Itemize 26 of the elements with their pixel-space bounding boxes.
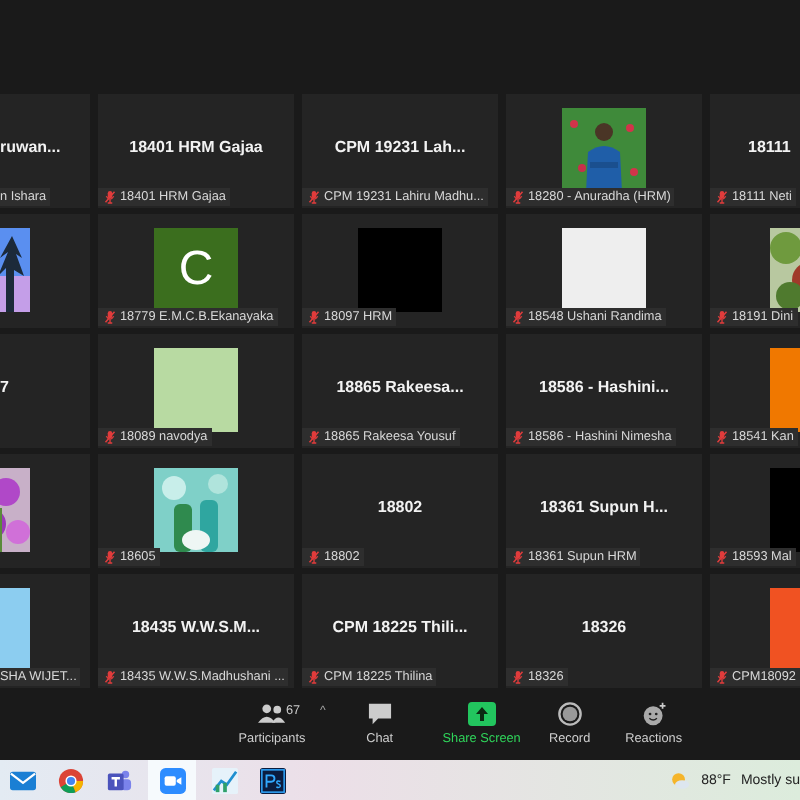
- participant-name: 18865 Rakeesa...: [336, 378, 464, 396]
- share-screen-icon: [467, 702, 496, 726]
- chart-icon: [212, 767, 238, 793]
- participant-name: 18326: [581, 618, 627, 636]
- participant-name: 18435 W.W.S.M...: [131, 618, 261, 636]
- mail-icon: [10, 767, 36, 793]
- participant-name: 18401 HRM Gajaa: [129, 138, 263, 156]
- sun-cloud-icon: [669, 771, 690, 789]
- photoshop-icon: [260, 767, 286, 793]
- participant-name: CPM 18225 Thili...: [332, 618, 468, 636]
- participant-name: 18361 Supun H...: [539, 498, 669, 516]
- participant-name: 7: [0, 378, 9, 396]
- participant-name: 18111: [748, 138, 791, 156]
- chat-bubble-icon: [365, 702, 394, 726]
- people-icon: [258, 702, 286, 726]
- avatar-letter: C: [178, 246, 214, 294]
- participant-name: 18586 - Hashini...: [539, 378, 669, 396]
- participant-name: CPM 19231 Lah...: [334, 138, 466, 156]
- zoom-app-button[interactable]: [148, 760, 196, 800]
- participant-name: 18802: [377, 498, 423, 516]
- teams-icon: [106, 767, 132, 793]
- video-camera-icon: [159, 767, 185, 793]
- smiley-icon: [639, 702, 668, 726]
- record-icon: [555, 702, 584, 726]
- chrome-icon: [58, 767, 84, 793]
- participant-name: ruwan...: [0, 138, 61, 156]
